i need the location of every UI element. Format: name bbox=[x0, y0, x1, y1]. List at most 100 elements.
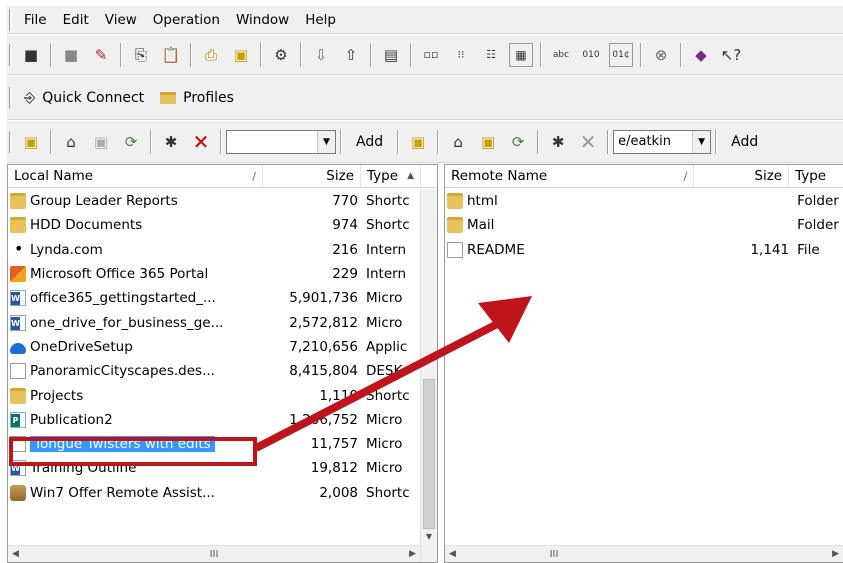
folder-icon bbox=[10, 387, 26, 404]
local-add-button[interactable]: Add bbox=[346, 128, 393, 156]
menu-file[interactable]: File bbox=[16, 12, 55, 28]
local-up-folder-icon[interactable]: ▣ bbox=[19, 130, 43, 154]
local-file-type: Micro bbox=[366, 436, 403, 453]
remote-size-column[interactable]: Size bbox=[694, 165, 790, 187]
auto-mode-icon[interactable]: 01¢ bbox=[609, 42, 633, 67]
local-refresh-icon[interactable]: ⟳ bbox=[119, 130, 143, 154]
local-file-row[interactable]: office365_gettingstarted_... 5,901,736 Mic… bbox=[8, 286, 437, 310]
local-file-row[interactable]: OneDriveSetup 7,210,656 Applic bbox=[8, 335, 437, 359]
remote-new-folder-icon[interactable]: ▣ bbox=[476, 130, 500, 154]
context-help-icon[interactable]: ↖? bbox=[719, 43, 743, 67]
scroll-left-icon[interactable]: ◀ bbox=[12, 549, 19, 559]
local-new-folder-icon[interactable]: ▣ bbox=[89, 130, 113, 154]
local-file-row[interactable]: Group Leader Reports 770 Shortc bbox=[8, 189, 437, 213]
word-icon bbox=[10, 290, 26, 307]
local-file-size: 974 bbox=[332, 217, 358, 234]
remote-add-button[interactable]: Add bbox=[721, 128, 768, 156]
local-file-name-cell: HDD Documents bbox=[8, 217, 266, 234]
upload-icon[interactable]: ⇧ bbox=[339, 43, 363, 67]
local-home-icon[interactable]: ⌂ bbox=[59, 130, 83, 154]
local-name-column-label: Local Name bbox=[14, 168, 94, 184]
local-file-type: Shortc bbox=[366, 387, 410, 404]
local-vertical-scrollbar[interactable]: ▼ bbox=[420, 189, 437, 562]
chevron-down-icon[interactable]: ▼ bbox=[692, 130, 711, 153]
remote-delete-icon[interactable]: ✕ bbox=[576, 130, 600, 154]
scroll-right-icon[interactable]: ▶ bbox=[832, 549, 839, 559]
local-file-row[interactable]: Publication2 1,206,752 Micro bbox=[8, 408, 437, 432]
local-file-row[interactable]: Projects 1,110 Shortc bbox=[8, 383, 437, 407]
remote-hscroll-thumb[interactable]: III bbox=[550, 549, 559, 560]
local-name-column[interactable]: Local Name / bbox=[8, 165, 263, 187]
local-new-file-icon[interactable]: ✱ bbox=[159, 130, 183, 154]
folder-sync-icon[interactable]: ▣ bbox=[229, 43, 253, 67]
remote-up-folder-icon[interactable]: ▣ bbox=[406, 130, 430, 154]
remote-path-combo[interactable]: e/eatkin ▼ bbox=[613, 129, 712, 154]
terminal-icon[interactable]: ▤ bbox=[379, 43, 403, 67]
local-file-row[interactable]: Lynda.com 216 Intern bbox=[8, 238, 437, 262]
scroll-down-icon[interactable]: ▼ bbox=[421, 528, 437, 545]
chevron-down-icon[interactable]: ▼ bbox=[317, 130, 335, 153]
sort-indicator: / bbox=[683, 169, 688, 183]
save-icon[interactable]: ■ bbox=[19, 43, 43, 67]
list-view-icon[interactable]: ☷ bbox=[479, 43, 503, 67]
remote-new-file-icon[interactable]: ✱ bbox=[546, 130, 570, 154]
copy-icon[interactable]: ⎘ bbox=[129, 43, 153, 67]
local-type-column[interactable]: Type ▲ bbox=[361, 165, 421, 187]
remote-file-name: Mail bbox=[467, 217, 495, 234]
connect-icon[interactable]: ■ bbox=[59, 43, 83, 67]
toolbar-separator bbox=[537, 129, 540, 154]
selection-highlight-annotation bbox=[9, 437, 257, 466]
doc-icon bbox=[447, 241, 463, 258]
remote-file-pane[interactable]: Remote Name / Size Type html Folder Mail Fo… bbox=[444, 164, 843, 563]
local-hscroll-thumb[interactable]: III bbox=[210, 549, 219, 560]
quick-connect-button[interactable]: ⎆ Quick Connect bbox=[16, 84, 152, 112]
toolbar-separator bbox=[370, 42, 372, 67]
scroll-up-icon[interactable]: ▲ bbox=[407, 171, 414, 181]
remote-file-row[interactable]: README 1,141 File bbox=[445, 238, 843, 262]
remote-horizontal-scrollbar[interactable]: ◀ III ▶ bbox=[445, 545, 843, 562]
menu-window[interactable]: Window bbox=[228, 12, 297, 28]
help-book-icon[interactable]: ◆ bbox=[689, 43, 713, 67]
remote-file-row[interactable]: Mail Folder bbox=[445, 213, 843, 237]
scroll-right-icon[interactable]: ▶ bbox=[409, 549, 416, 559]
menu-bar: File Edit View Operation Window Help bbox=[7, 6, 843, 34]
doc-icon bbox=[10, 363, 26, 380]
remote-file-size: 1,141 bbox=[750, 241, 790, 258]
local-file-row[interactable]: Microsoft Office 365 Portal 229 Intern bbox=[8, 262, 437, 286]
menu-operation[interactable]: Operation bbox=[145, 12, 228, 28]
remote-refresh-icon[interactable]: ⟳ bbox=[506, 130, 530, 154]
remote-file-row[interactable]: html Folder bbox=[445, 189, 843, 213]
stop-icon[interactable]: ⊗ bbox=[649, 43, 673, 67]
local-size-column[interactable]: Size bbox=[263, 165, 361, 187]
small-icons-view-icon[interactable]: ⁝⁝ bbox=[449, 43, 473, 67]
disconnect-icon[interactable]: ✎ bbox=[89, 43, 113, 67]
profiles-button[interactable]: Profiles bbox=[152, 84, 242, 112]
local-file-row[interactable]: HDD Documents 974 Shortc bbox=[8, 213, 437, 237]
large-icons-view-icon[interactable]: ▫▫ bbox=[419, 43, 443, 67]
scroll-up-icon[interactable] bbox=[421, 189, 437, 206]
local-path-combo[interactable]: ▼ bbox=[226, 129, 336, 154]
scroll-left-icon[interactable]: ◀ bbox=[449, 549, 456, 559]
local-delete-icon[interactable]: ✕ bbox=[189, 130, 213, 154]
local-horizontal-scrollbar[interactable]: ◀ III ▶ bbox=[8, 545, 420, 562]
local-file-row[interactable]: PanoramicCityscapes.des... 8,415,804 DESK bbox=[8, 359, 437, 383]
local-file-row[interactable]: Win7 Offer Remote Assist... 2,008 Shortc bbox=[8, 481, 437, 505]
download-icon[interactable]: ⇩ bbox=[309, 43, 333, 67]
details-view-icon[interactable]: ▦ bbox=[509, 42, 533, 67]
menu-edit[interactable]: Edit bbox=[55, 12, 97, 28]
print-icon[interactable]: ⎙ bbox=[199, 43, 223, 67]
local-file-size: 11,757 bbox=[310, 436, 358, 453]
local-file-pane[interactable]: Local Name / Size Type ▲ Group Leader Re… bbox=[7, 164, 438, 563]
menu-help[interactable]: Help bbox=[297, 12, 344, 28]
remote-home-icon[interactable]: ⌂ bbox=[446, 130, 470, 154]
remote-type-column[interactable]: Type bbox=[789, 165, 843, 187]
remote-name-column[interactable]: Remote Name / bbox=[445, 165, 695, 187]
binary-mode-icon[interactable]: 010 bbox=[579, 43, 603, 67]
settings-icon[interactable]: ⚙ bbox=[269, 43, 293, 67]
local-scroll-thumb[interactable] bbox=[423, 379, 435, 529]
local-file-row[interactable]: one_drive_for_business_ge... 2,572,812 Mic… bbox=[8, 310, 437, 334]
ascii-mode-icon[interactable]: abc bbox=[549, 43, 573, 67]
local-file-size: 1,206,752 bbox=[289, 411, 358, 428]
paste-icon[interactable]: 📋 bbox=[159, 43, 183, 67]
menu-view[interactable]: View bbox=[97, 12, 145, 28]
